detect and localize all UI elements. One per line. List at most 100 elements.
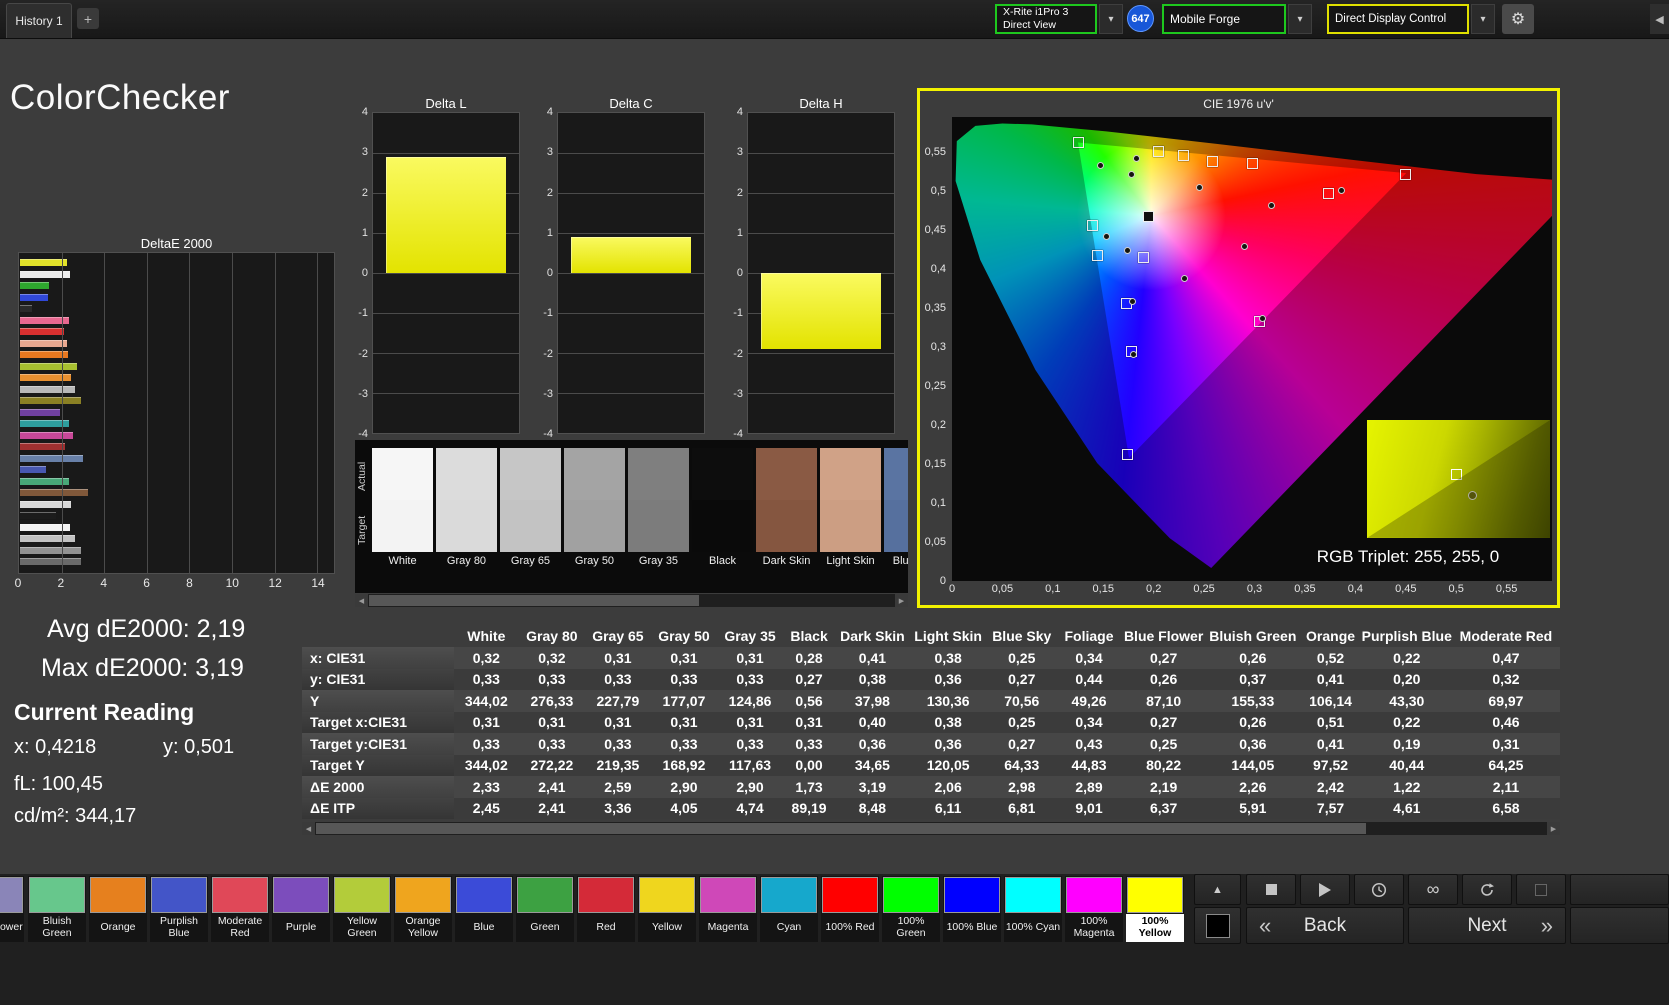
patch-button-100-red[interactable]: 100% Red	[821, 876, 879, 942]
target-swatch	[692, 500, 753, 552]
patch-button-magenta[interactable]: Magenta	[699, 876, 757, 942]
play-button[interactable]	[1300, 874, 1350, 905]
cie-measured-marker	[1241, 243, 1248, 250]
display-dropdown[interactable]: Direct Display Control	[1327, 4, 1469, 34]
swatch-strip-scrollbar[interactable]: ◀ ▶	[355, 594, 908, 607]
table-cell: 2,26	[1206, 776, 1299, 798]
table-cell: 0,41	[1299, 669, 1361, 691]
table-cell: 272,22	[519, 755, 585, 777]
source-dropdown[interactable]: Mobile Forge	[1162, 4, 1286, 34]
back-button[interactable]: « Back	[1246, 907, 1404, 944]
table-cell: 0,33	[585, 669, 651, 691]
table-cell: 70,56	[987, 690, 1057, 712]
patch-button-100-green[interactable]: 100% Green	[882, 876, 940, 942]
patch-label: Purple	[272, 914, 330, 942]
scroll-right-button[interactable]: ▶	[895, 594, 908, 607]
delta-h-plot	[747, 112, 895, 434]
patch-button-100-blue[interactable]: 100% Blue	[943, 876, 1001, 942]
left-arrow-icon: ◀	[1655, 13, 1663, 26]
chevron-down-icon: ▾	[1108, 14, 1113, 25]
table-cell: 0,51	[1299, 712, 1361, 734]
table-cell: 4,61	[1362, 798, 1452, 820]
patch-button-purple[interactable]: Purple	[272, 876, 330, 942]
patch-button-bluish-green[interactable]: Bluish Green	[28, 876, 86, 942]
patch-swatch	[822, 877, 878, 913]
table-column-header: Light Skin	[910, 625, 987, 647]
table-row-label: ΔE 2000	[302, 776, 454, 798]
black-square-icon	[1206, 914, 1230, 938]
table-cell: 0,26	[1206, 712, 1299, 734]
patch-button-red[interactable]: Red	[577, 876, 635, 942]
patch-button-blue[interactable]: Blue	[455, 876, 513, 942]
patch-button-moderate-red[interactable]: Moderate Red	[211, 876, 269, 942]
patch-button-cyan[interactable]: Cyan	[760, 876, 818, 942]
patch-button-100-yellow[interactable]: 100% Yellow	[1126, 876, 1184, 942]
table-row: x: CIE310,320,320,310,310,310,280,410,38…	[302, 647, 1560, 669]
meter-dropdown[interactable]: X-Rite i1Pro 3 Direct View	[995, 4, 1097, 34]
axis-tick-label: 0	[940, 575, 946, 587]
refresh-button[interactable]	[1462, 874, 1512, 905]
table-scrollbar[interactable]: ◀ ▶	[302, 822, 1560, 835]
axis-tick-label: 0,05	[925, 536, 946, 548]
scrollbar-thumb[interactable]	[316, 823, 1366, 834]
table-cell: 0,27	[1121, 647, 1206, 669]
axis-tick-label: -3	[358, 388, 368, 400]
axis-tick-label: 0,2	[1146, 583, 1161, 595]
scroll-left-button[interactable]: ◀	[302, 822, 315, 835]
table-cell: 227,79	[585, 690, 651, 712]
timer-button[interactable]	[1354, 874, 1404, 905]
cie-target-marker	[1323, 188, 1334, 199]
patch-button-yellow-green[interactable]: Yellow Green	[333, 876, 391, 942]
target-swatch	[436, 500, 497, 552]
table-cell: 3,19	[835, 776, 910, 798]
scroll-right-button[interactable]: ▶	[1547, 822, 1560, 835]
top-bar: History 1 + X-Rite i1Pro 3 Direct View ▾…	[0, 0, 1669, 39]
table-cell: 0,27	[987, 733, 1057, 755]
next-button[interactable]: Next »	[1408, 907, 1566, 944]
deltae-bar	[20, 535, 75, 542]
delta-c-chart: Delta C 43210-1-2-3-4	[557, 96, 705, 112]
patch-button-blue-flower[interactable]: Blue Flower	[0, 876, 24, 942]
display-dropdown-chevron[interactable]: ▾	[1471, 4, 1495, 34]
delta-h-chart: Delta H 43210-1-2-3-4	[747, 96, 895, 112]
scroll-up-button[interactable]: ▲	[1194, 874, 1241, 905]
collapse-panel-button[interactable]: ◀	[1650, 4, 1669, 34]
loop-button[interactable]: ∞	[1408, 874, 1458, 905]
swatch-column: Light Skin	[820, 448, 881, 570]
corner-button-bottom[interactable]	[1570, 907, 1669, 944]
table-column-header: Gray 80	[519, 625, 585, 647]
gridline	[748, 353, 894, 354]
scroll-left-button[interactable]: ◀	[355, 594, 368, 607]
patch-swatch	[700, 877, 756, 913]
patch-button-yellow[interactable]: Yellow	[638, 876, 696, 942]
table-cell: 120,05	[910, 755, 987, 777]
history-tab[interactable]: History 1	[6, 3, 72, 38]
patch-button-purplish-blue[interactable]: Purplish Blue	[150, 876, 208, 942]
patch-button-orange[interactable]: Orange	[89, 876, 147, 942]
settings-button[interactable]: ⚙	[1502, 4, 1534, 34]
background-toggle-button[interactable]	[1194, 907, 1241, 944]
table-row-label: Target Y	[302, 755, 454, 777]
axis-tick-label: 4	[547, 106, 553, 118]
patch-button-100-cyan[interactable]: 100% Cyan	[1004, 876, 1062, 942]
source-dropdown-chevron[interactable]: ▾	[1288, 4, 1312, 34]
extra-transport-button[interactable]	[1516, 874, 1566, 905]
patch-button-orange-yellow[interactable]: Orange Yellow	[394, 876, 452, 942]
actual-swatch	[628, 448, 689, 500]
cie-measured-marker	[1196, 184, 1203, 191]
meter-dropdown-chevron[interactable]: ▾	[1099, 4, 1123, 34]
axis-tick-label: 0,4	[931, 263, 946, 275]
axis-tick-label: 14	[311, 576, 324, 590]
scrollbar-thumb[interactable]	[369, 595, 699, 606]
corner-button-top[interactable]	[1570, 874, 1669, 905]
table-cell: 0,56	[783, 690, 835, 712]
actual-swatch	[500, 448, 561, 500]
add-history-tab-button[interactable]: +	[77, 8, 99, 29]
patch-button-green[interactable]: Green	[516, 876, 574, 942]
stop-button[interactable]	[1246, 874, 1296, 905]
target-swatch	[628, 500, 689, 552]
actual-swatch	[756, 448, 817, 500]
table-cell: 0,43	[1057, 733, 1121, 755]
axis-tick-label: 0,2	[931, 419, 946, 431]
patch-button-100-magenta[interactable]: 100% Magenta	[1065, 876, 1123, 942]
